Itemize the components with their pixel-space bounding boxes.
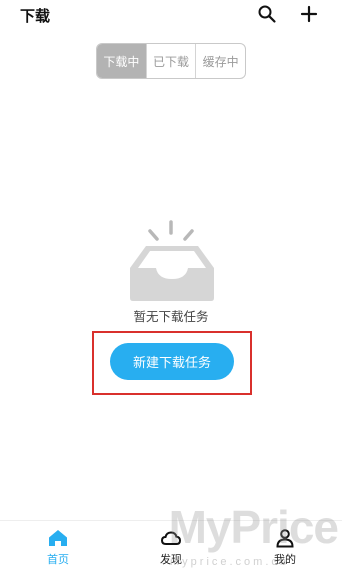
- nav-home-label: 首页: [47, 553, 69, 566]
- watermark: MyPrice: [168, 501, 339, 553]
- top-bar: 下载: [0, 0, 342, 30]
- search-icon[interactable]: [257, 4, 277, 24]
- plus-icon[interactable]: [299, 4, 319, 24]
- new-download-task-button[interactable]: 新建下载任务: [110, 343, 234, 380]
- watermark-subtext: myprice.com.cn: [170, 556, 290, 568]
- nav-home[interactable]: 首页: [28, 527, 88, 573]
- page-title: 下载: [20, 7, 51, 25]
- empty-message: 暂无下载任务: [133, 309, 209, 324]
- tab-caching[interactable]: 缓存中: [195, 44, 245, 78]
- download-tabs: 下载中 已下载 缓存中: [96, 43, 246, 79]
- home-icon: [49, 530, 67, 546]
- tab-downloaded[interactable]: 已下载: [145, 44, 196, 78]
- tab-downloading[interactable]: 下载中: [97, 44, 146, 78]
- empty-inbox-icon: [130, 220, 214, 301]
